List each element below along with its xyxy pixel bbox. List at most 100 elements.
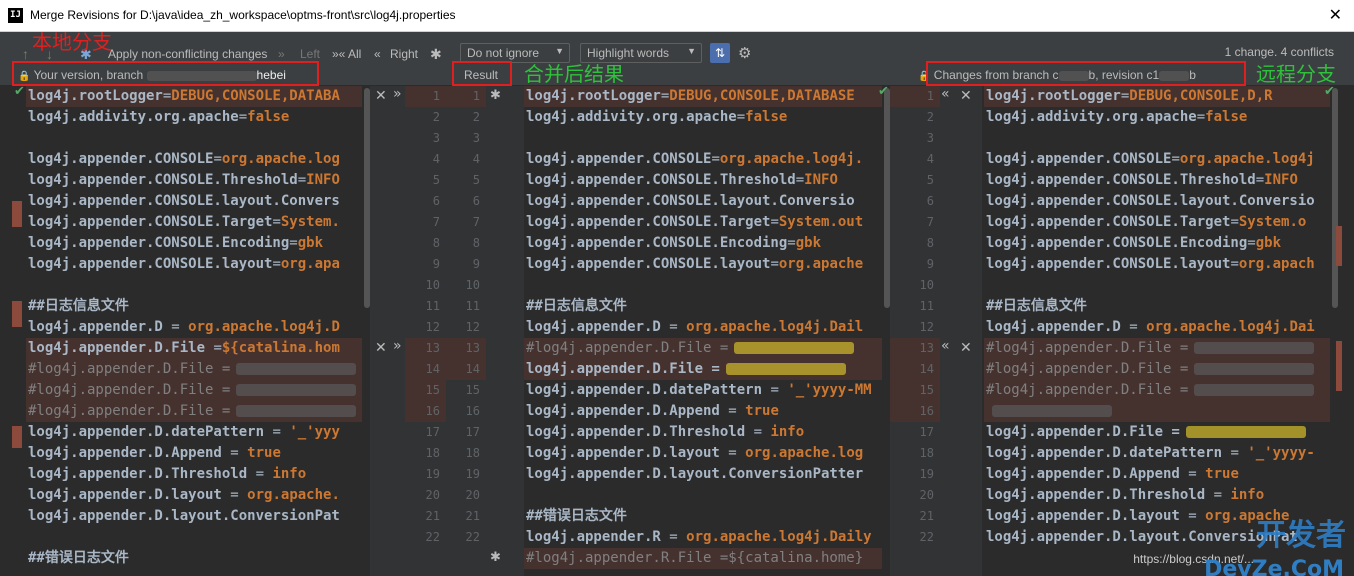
code-value: info: [272, 466, 307, 482]
code-key: log4j.appender.CONSOLE.Threshold: [986, 172, 1256, 188]
gear-icon[interactable]: ⚙: [738, 44, 751, 62]
result-highlight-box: [452, 61, 512, 86]
apply-left-icon[interactable]: »: [278, 47, 285, 61]
right-action-gutter: [940, 86, 982, 576]
reject-right-icon[interactable]: ✕: [960, 340, 972, 356]
code-value: org.apache.log4j.Dail: [686, 319, 864, 335]
code-line: ##日志信息文件: [984, 296, 1336, 317]
right-editor[interactable]: log4j.rootLogger=DEBUG,CONSOLE,D,R log4j.…: [984, 86, 1336, 576]
reject-left-icon[interactable]: ✕: [375, 88, 387, 104]
prev-diff-icon[interactable]: ↑: [22, 46, 29, 62]
code-line: log4j.appender.CONSOLE.Threshold=INFO: [26, 170, 364, 191]
code-equals: =: [660, 319, 687, 335]
code-equals: =: [1247, 235, 1256, 251]
conflict-marker: [12, 426, 22, 448]
code-key: log4j.rootLogger: [986, 88, 1121, 104]
code-line: log4j.appender.CONSOLE.Target=System.o: [984, 212, 1336, 233]
code-line: ##错误日志文件: [26, 548, 364, 569]
line-number: 3: [432, 131, 440, 145]
code-key: log4j.addivity.org.apache: [28, 109, 239, 125]
magic-resolve-icon[interactable]: ✱: [490, 88, 501, 103]
code-line: log4j.appender.D.layout = org.apache.: [26, 485, 364, 506]
code-equals: =: [221, 445, 248, 461]
window-titlebar: IJ Merge Revisions for D:\java\idea_zh_w…: [0, 0, 1354, 32]
redacted-value-blur: [236, 405, 357, 417]
line-number: 18: [465, 446, 480, 460]
code-line: [984, 401, 1336, 422]
code-key: log4j.appender.D.Threshold: [986, 487, 1206, 503]
commented-code: #log4j.appender.D.File =: [986, 361, 1189, 377]
magic-resolve-icon[interactable]: ✱: [490, 550, 501, 565]
line-number: 20: [425, 488, 440, 502]
code-equals: =: [1171, 151, 1180, 167]
left-marker-bar[interactable]: [12, 86, 22, 576]
code-key: log4j.appender.CONSOLE.Target: [986, 214, 1231, 230]
code-equals: =: [1230, 256, 1239, 272]
code-line: log4j.appender.D.Threshold = info: [26, 464, 364, 485]
accept-right-icon[interactable]: «: [941, 86, 950, 102]
code-line: log4j.appender.CONSOLE=org.apache.log: [26, 149, 364, 170]
apply-non-conflicting-button[interactable]: Apply non-conflicting changes: [108, 47, 267, 61]
apply-all-icon[interactable]: »«: [332, 47, 345, 61]
code-equals: =: [297, 172, 307, 188]
code-equals: =: [1179, 466, 1206, 482]
accept-right-icon[interactable]: «: [941, 338, 950, 354]
apply-right-button[interactable]: Right: [390, 47, 418, 61]
line-number: 8: [472, 236, 480, 250]
merged-result-annotation: 合并后结果: [524, 62, 624, 86]
apply-left-button[interactable]: Left: [300, 47, 320, 61]
result-scrollbar[interactable]: [882, 86, 890, 576]
accept-left-icon[interactable]: »: [393, 338, 402, 354]
sync-scroll-toggle[interactable]: ⇅: [710, 43, 730, 63]
magic-resolve-icon[interactable]: ✱: [430, 46, 442, 63]
line-number: 16: [890, 401, 940, 422]
code-key: log4j.addivity.org.apache: [526, 109, 737, 125]
code-equals: =: [736, 109, 746, 125]
left-scrollbar[interactable]: [362, 86, 370, 576]
code-line: #log4j.appender.R.File =${catalina.home}: [524, 548, 884, 569]
close-icon[interactable]: ✕: [1329, 5, 1342, 24]
code-line: log4j.appender.D.datePattern = '_'yyyy-: [984, 443, 1336, 464]
code-line: #log4j.appender.D.File =: [26, 359, 364, 380]
line-number: 10: [919, 278, 934, 292]
code-line: log4j.appender.D.datePattern = '_'yyyy-M…: [524, 380, 884, 401]
code-line: log4j.appender.CONSOLE.layout.Convers: [26, 191, 364, 212]
code-equals: =: [1179, 508, 1206, 524]
code-key: log4j.appender.CONSOLE.Target: [28, 214, 273, 230]
line-number: 4: [432, 152, 440, 166]
code-value: org.apache: [778, 256, 864, 272]
code-line: log4j.appender.D.Threshold = info: [984, 485, 1336, 506]
line-number: 9: [432, 257, 440, 271]
accept-left-icon[interactable]: »: [393, 86, 402, 102]
code-value: DEBUG,CONSOLE,DATABASE: [669, 88, 855, 104]
code-key: log4j.appender.D.layout: [526, 445, 720, 461]
code-value: org.apache.log4j.Dai: [1146, 319, 1315, 335]
result-editor[interactable]: log4j.rootLogger=DEBUG,CONSOLE,DATABASE l…: [524, 86, 884, 576]
line-number: 6: [432, 194, 440, 208]
apply-right-icon[interactable]: «: [374, 47, 381, 61]
line-number: 18: [425, 446, 440, 460]
chevron-down-icon: ▼: [555, 46, 564, 56]
result-right-gutter: 1 2 3 4 5 6 7 8 9 10 11 12 13 14 15 16 17 18 19 20 21 22: [890, 86, 940, 576]
code-key: log4j.appender.D.layout.ConversionPatter: [526, 466, 864, 482]
line-number: 22: [465, 530, 480, 544]
reject-left-icon[interactable]: ✕: [375, 340, 387, 356]
code-key: log4j.addivity.org.apache: [986, 109, 1197, 125]
right-marker-bar[interactable]: [1330, 86, 1342, 576]
conflict-marker: [12, 201, 22, 227]
reject-right-icon[interactable]: ✕: [960, 88, 972, 104]
redacted-value-blur: [1194, 384, 1315, 396]
line-number: 21: [465, 509, 480, 523]
redacted-value-blur: [236, 363, 357, 375]
left-editor[interactable]: log4j.rootLogger=DEBUG,CONSOLE,DATABA log…: [26, 86, 364, 576]
code-equals: =: [1230, 214, 1239, 230]
code-line: log4j.appender.CONSOLE=org.apache.log4j: [984, 149, 1336, 170]
apply-all-button[interactable]: All: [348, 47, 361, 61]
line-number: 7: [432, 215, 440, 229]
code-equals: =: [1196, 109, 1206, 125]
line-number: 20: [465, 488, 480, 502]
scroll-thumb[interactable]: [1332, 88, 1338, 308]
